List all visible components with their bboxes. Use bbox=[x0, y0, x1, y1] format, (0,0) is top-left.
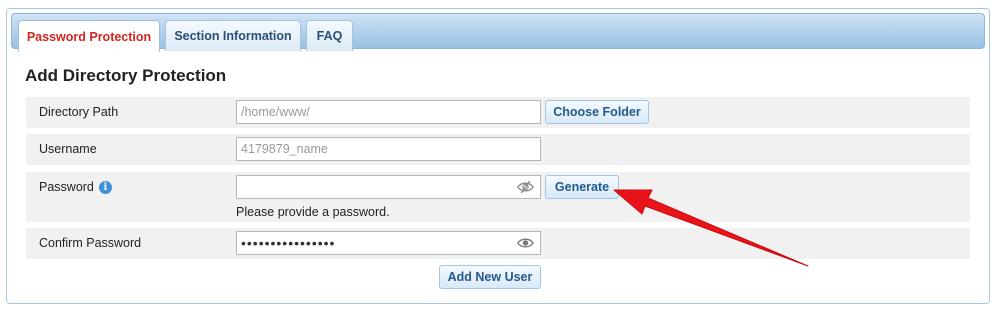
username-row: Username 4179879_name bbox=[26, 134, 970, 165]
password-hint: Please provide a password. bbox=[236, 205, 390, 219]
tab-bar: Password Protection Section Information … bbox=[11, 13, 985, 52]
tab-password-protection[interactable]: Password Protection bbox=[18, 20, 160, 52]
confirm-password-row: Confirm Password •••••••••••••••• bbox=[26, 228, 970, 259]
password-label: Password bbox=[39, 180, 94, 194]
add-new-user-button[interactable]: Add New User bbox=[439, 265, 541, 289]
tab-section-information[interactable]: Section Information bbox=[165, 20, 301, 51]
confirm-password-label: Confirm Password bbox=[39, 236, 142, 250]
password-row: Password i Generate Please provide a pas… bbox=[26, 172, 970, 222]
eye-icon[interactable] bbox=[517, 236, 534, 250]
directory-path-row: Directory Path /home/www/ Choose Folder bbox=[26, 97, 970, 128]
directory-path-label: Directory Path bbox=[39, 105, 119, 119]
choose-folder-button[interactable]: Choose Folder bbox=[545, 100, 649, 124]
confirm-password-input[interactable]: •••••••••••••••• bbox=[236, 231, 541, 255]
confirm-password-value: •••••••••••••••• bbox=[241, 235, 336, 251]
eye-slash-icon[interactable] bbox=[517, 180, 534, 194]
password-label-group: Password i bbox=[39, 180, 112, 194]
directory-path-input[interactable]: /home/www/ bbox=[236, 100, 541, 124]
username-input[interactable]: 4179879_name bbox=[236, 137, 541, 161]
info-icon[interactable]: i bbox=[98, 180, 112, 194]
tab-faq[interactable]: FAQ bbox=[306, 20, 353, 51]
username-label: Username bbox=[39, 142, 97, 156]
generate-button[interactable]: Generate bbox=[545, 175, 619, 199]
password-input[interactable] bbox=[236, 175, 541, 199]
form-heading: Add Directory Protection bbox=[25, 66, 227, 85]
